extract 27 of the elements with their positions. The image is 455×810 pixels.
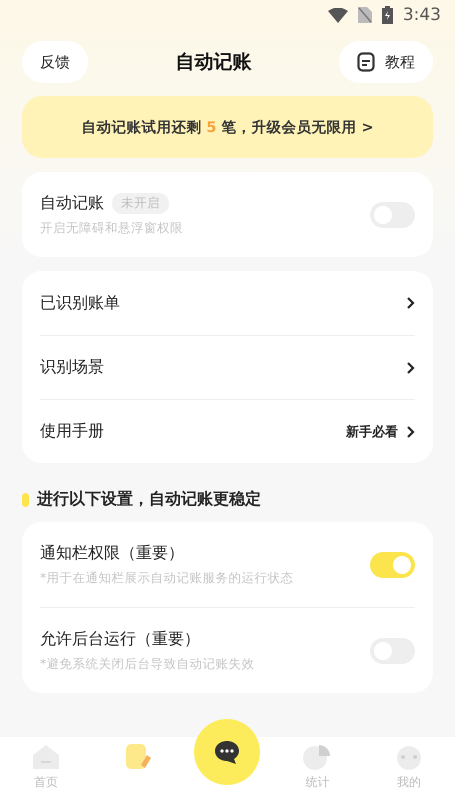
menu-item[interactable]: 已识别账单 — [40, 271, 415, 335]
tutorial-button[interactable]: 教程 — [339, 41, 433, 83]
section-title: 进行以下设置，自动记账更稳定 — [37, 489, 261, 510]
chat-bubble-icon — [214, 740, 240, 764]
battery-icon — [382, 6, 393, 24]
pie-chart-icon — [302, 743, 332, 771]
accent-bar — [22, 492, 29, 506]
feedback-button[interactable]: 反馈 — [22, 41, 88, 83]
status-time: 3:43 — [402, 5, 441, 25]
setting-description: 开启无障碍和悬浮窗权限 — [40, 220, 183, 236]
toggle-switch[interactable] — [370, 552, 415, 578]
setting-title: 通知栏权限（重要） — [40, 542, 185, 564]
setting-title: 允许后台运行（重要） — [40, 628, 201, 650]
chevron-icon — [406, 360, 415, 374]
chevron-icon — [406, 424, 415, 438]
page-title: 自动记账 — [176, 50, 252, 75]
menu-item[interactable]: 使用手册 新手必看 — [40, 399, 415, 463]
setting-title: 自动记账 — [40, 192, 104, 214]
house-icon — [30, 743, 61, 771]
setting-description: *用于在通知栏展示自动记账服务的运行状态 — [40, 570, 294, 586]
menu-item[interactable]: 识别场景 — [40, 335, 415, 399]
no-sim-icon — [358, 7, 372, 23]
upgrade-banner[interactable]: 自动记账试用还剩 5 笔，升级会员无限用 > — [22, 96, 433, 158]
chevron-icon — [406, 296, 415, 310]
document-icon — [357, 52, 375, 72]
setting-description: *避免系统关闭后台导致自动记账失效 — [40, 656, 254, 672]
wifi-icon — [328, 8, 348, 22]
